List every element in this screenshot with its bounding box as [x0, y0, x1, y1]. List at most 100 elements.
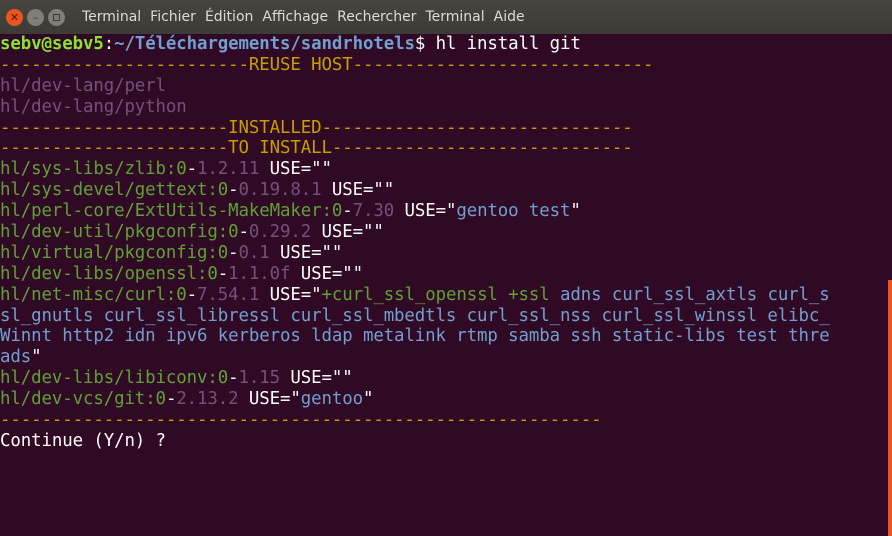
package-slot: :0: [207, 180, 229, 201]
package-slot: :0: [165, 159, 187, 180]
prompt-user-host: sebv@sebv5: [0, 34, 104, 54]
package-use-suffix: ": [363, 389, 374, 410]
package-dash: -: [165, 389, 177, 410]
package-name: hl/perl-core/ExtUtils-MakeMaker: [0, 201, 322, 222]
package-slot: :0: [145, 389, 166, 410]
reuse-host-header: REUSE HOST: [248, 54, 353, 75]
title-bar: ✕ – Terminal Fichier Édition Affichage R…: [0, 0, 892, 34]
maximize-icon[interactable]: [48, 8, 65, 26]
package-version: 0.19.8.1: [238, 180, 322, 201]
package-dash: -: [228, 368, 239, 389]
package-version: 7.54.1: [197, 284, 260, 305]
minimize-icon[interactable]: –: [27, 8, 44, 26]
divider-left: ----------------------: [0, 138, 229, 159]
package-use-prefix: USE=": [290, 263, 353, 284]
package-use-prefix: USE=": [280, 368, 343, 389]
package-name: hl/sys-libs/zlib: [0, 159, 166, 180]
installed-header: INSTALLED: [228, 117, 322, 138]
curl-line-4: ads": [0, 347, 892, 368]
package-name: hl/dev-libs/openssl: [0, 263, 198, 284]
to-install-header: TO INSTALL: [228, 138, 332, 159]
prompt-separator: :: [103, 34, 115, 54]
menu-edition[interactable]: Édition: [205, 9, 253, 25]
use-flags-disabled: ads: [0, 347, 32, 368]
package-line: hl/dev-libs/openssl:0-1.1.0f USE="": [0, 264, 892, 285]
package-line: hl/perl-core/ExtUtils-MakeMaker:0-7.30 U…: [0, 201, 892, 222]
menu-terminal[interactable]: Terminal: [82, 9, 141, 25]
to-install-divider: ----------------------TO INSTALL--------…: [0, 138, 892, 159]
menu-terminal-2[interactable]: Terminal: [425, 9, 484, 25]
package-use-prefix: USE=": [238, 389, 301, 410]
package-dash: -: [217, 263, 229, 284]
menu-rechercher[interactable]: Rechercher: [337, 9, 416, 25]
package-use-prefix: USE=": [259, 284, 322, 305]
package-line: hl/sys-libs/zlib:0-1.2.11 USE="": [0, 159, 892, 180]
continue-question: Continue (Y/n) ?: [0, 430, 166, 451]
package-line: hl/sys-devel/gettext:0-0.19.8.1 USE="": [0, 180, 892, 201]
package-use-prefix: USE=": [321, 180, 384, 201]
package-name: hl/sys-devel/gettext: [0, 180, 208, 201]
package-use-suffix: ": [31, 347, 42, 368]
package-version: 0.29.2: [248, 222, 312, 243]
window-controls: ✕ –: [6, 8, 65, 26]
package-use-flags: gentoo test: [456, 201, 571, 222]
close-icon[interactable]: ✕: [6, 8, 23, 26]
package-dash: -: [342, 201, 353, 222]
prompt-line: sebv@sebv5:~/Téléchargements/sandrhotels…: [0, 34, 892, 55]
package-line: hl/dev-util/pkgconfig:0-0.29.2 USE="": [0, 222, 892, 243]
package-use-flags: gentoo: [300, 389, 364, 410]
package-use-prefix: USE=": [394, 201, 457, 222]
package-use-suffix: ": [331, 242, 343, 263]
package-dash: -: [228, 180, 239, 201]
package-version: 2.13.2: [176, 389, 239, 410]
installed-divider: ----------------------INSTALLED---------…: [0, 118, 892, 139]
package-name: hl/dev-vcs/git: [0, 389, 146, 410]
curl-line-3: Winnt http2 idn ipv6 kerberos ldap metal…: [0, 326, 830, 347]
package-name: hl/dev-util/pkgconfig: [0, 222, 218, 243]
reuse-package: hl/dev-lang/python: [0, 96, 187, 117]
package-use-suffix: ": [321, 159, 332, 180]
divider-right: -----------------------------: [352, 54, 654, 75]
package-use-suffix: ": [373, 222, 384, 243]
divider-right: ------------------------------: [321, 117, 633, 138]
package-use-prefix: USE=": [311, 222, 374, 243]
prompt-command: hl install git: [435, 34, 581, 54]
prompt-symbol: $: [414, 34, 436, 54]
package-slot: :0: [207, 242, 229, 263]
package-slot: :0: [217, 222, 239, 243]
curl-line-2: sl_gnutls curl_ssl_libressl curl_ssl_mbe…: [0, 305, 830, 326]
package-slot: :0: [165, 284, 187, 305]
package-version: 1.15: [238, 368, 281, 389]
use-flags-disabled: adns curl_ssl_axtls curl_s: [549, 284, 830, 305]
scrollbar[interactable]: [888, 280, 892, 536]
package-name: hl/dev-libs/libiconv: [0, 368, 208, 389]
package-use-suffix: ": [570, 201, 581, 222]
package-use-suffix: ": [352, 263, 363, 284]
maximize-square-icon: [53, 13, 60, 21]
use-flag-space: [498, 285, 508, 305]
package-dash: -: [228, 242, 239, 263]
menu-fichier[interactable]: Fichier: [150, 9, 196, 25]
curl-line-1: hl/net-misc/curl:0-7.54.1 USE="+curl_ssl…: [0, 285, 892, 306]
package-version: 1.2.11: [197, 159, 260, 180]
package-line: hl/dev-libs/libiconv:0-1.15 USE="": [0, 368, 892, 389]
package-line: hl/dev-vcs/git:0-2.13.2 USE="gentoo": [0, 389, 892, 410]
package-use-suffix: ": [342, 368, 353, 389]
package-dash: -: [186, 284, 198, 305]
menu-affichage[interactable]: Affichage: [262, 9, 328, 25]
prompt-path: ~/Téléchargements/sandrhotels: [114, 34, 415, 54]
package-name: hl/net-misc/curl: [0, 284, 166, 305]
menu-bar: Terminal Fichier Édition Affichage Reche…: [82, 9, 534, 25]
package-name: hl/virtual/pkgconfig: [0, 242, 208, 263]
footer-divider: ----------------------------------------…: [0, 410, 602, 431]
package-line: hl/virtual/pkgconfig:0-0.1 USE="": [0, 243, 892, 264]
menu-aide[interactable]: Aide: [494, 9, 525, 25]
divider-left: ------------------------: [0, 54, 249, 75]
package-slot: :0: [207, 368, 229, 389]
reuse-package: hl/dev-lang/perl: [0, 75, 166, 96]
package-version: 7.30: [352, 201, 395, 222]
package-use-suffix: ": [383, 180, 395, 201]
terminal-output[interactable]: sebv@sebv5:~/Téléchargements/sandrhotels…: [0, 34, 892, 536]
use-flag-enabled: +ssl: [508, 284, 550, 305]
reuse-host-divider: ------------------------REUSE HOST------…: [0, 55, 892, 76]
